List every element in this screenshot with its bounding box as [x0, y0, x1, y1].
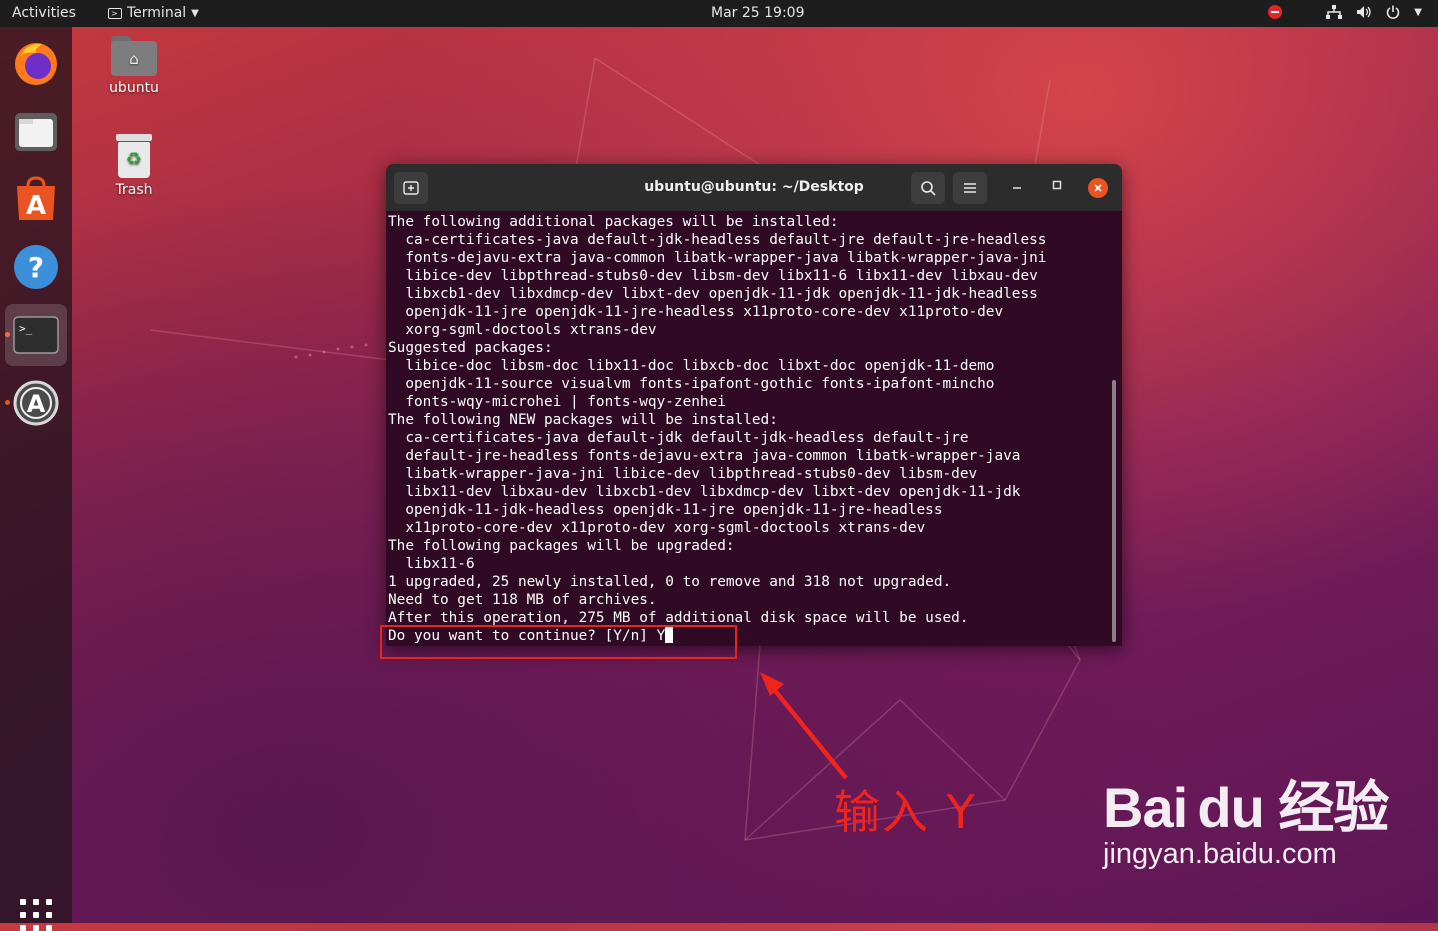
volume-icon[interactable] [1356, 5, 1372, 19]
terminal-window[interactable]: ubuntu@ubuntu: ~/Desktop The following a… [386, 164, 1122, 646]
annotation-arrow [760, 672, 848, 780]
show-apps-icon[interactable] [20, 899, 52, 931]
system-menu-chevron-icon[interactable]: ▼ [1414, 7, 1422, 18]
terminal-line: openjdk-11-jdk-headless openjdk-11-jre o… [388, 502, 943, 518]
dock-help[interactable]: ? [5, 236, 67, 298]
activities-button[interactable]: Activities [12, 5, 76, 21]
terminal-line: The following additional packages will b… [388, 214, 839, 230]
baidu-watermark: Bai du 经验 jingyan.baidu.com [1103, 763, 1389, 871]
desktop-home-folder[interactable]: ⌂ ubuntu [89, 36, 179, 96]
svg-text:A: A [26, 191, 46, 221]
svg-text:>_: >_ [19, 322, 33, 335]
updater-icon: A [13, 380, 59, 426]
terminal-line: libx11-dev libxau-dev libxcb1-dev libxdm… [388, 484, 1021, 500]
dock-updater[interactable]: A [5, 372, 67, 434]
dock: A ? >_ A [0, 27, 72, 931]
terminal-line: The following packages will be upgraded: [388, 538, 735, 554]
top-bar: Activities > Terminal ▼ Mar 25 19:09 ▼ [0, 0, 1438, 27]
network-icon[interactable] [1326, 5, 1343, 19]
terminal-line: xorg-sgml-doctools xtrans-dev [388, 322, 657, 338]
trash-icon: ♻ [116, 134, 152, 178]
maximize-icon [1052, 180, 1062, 190]
app-menu-label: Terminal [127, 5, 187, 21]
search-icon [921, 181, 936, 196]
terminal-line: ca-certificates-java default-jdk-headles… [388, 232, 1047, 248]
terminal-line: libice-dev libpthread-stubs0-dev libsm-d… [388, 268, 1038, 284]
close-button[interactable] [1088, 178, 1108, 198]
terminal-line: libice-doc libsm-doc libx11-doc libxcb-d… [388, 358, 995, 374]
terminal-icon: >_ [13, 316, 59, 354]
clock[interactable]: Mar 25 19:09 [711, 5, 804, 21]
app-menu[interactable]: > Terminal ▼ [108, 5, 199, 21]
chevron-down-icon: ▼ [191, 7, 199, 19]
terminal-line: libxcb1-dev libxdmcp-dev libxt-dev openj… [388, 286, 1038, 302]
terminal-line: fonts-dejavu-extra java-common libatk-wr… [388, 250, 1047, 266]
software-icon: A [17, 176, 55, 221]
power-icon[interactable] [1386, 5, 1400, 19]
close-icon [1094, 184, 1102, 192]
minimize-icon [1013, 187, 1021, 189]
firefox-icon [15, 43, 57, 85]
annotation-text: 输入 Y [834, 785, 977, 839]
terminal-line: openjdk-11-jre openjdk-11-jre-headless x… [388, 304, 1004, 320]
terminal-scrollbar[interactable] [1112, 380, 1116, 642]
terminal-small-icon: > [108, 7, 122, 19]
trash-label: Trash [115, 182, 153, 198]
maximize-button[interactable] [1052, 178, 1062, 194]
dock-software[interactable]: A [5, 168, 67, 230]
dock-firefox[interactable] [5, 32, 67, 94]
terminal-line: libatk-wrapper-java-jni libice-dev libpt… [388, 466, 978, 482]
help-icon: ? [14, 245, 58, 289]
terminal-line: The following NEW packages will be insta… [388, 412, 778, 428]
search-button[interactable] [911, 172, 945, 204]
terminal-line: Suggested packages: [388, 340, 553, 356]
terminal-line: 1 upgraded, 25 newly installed, 0 to rem… [388, 574, 952, 590]
terminal-titlebar[interactable]: ubuntu@ubuntu: ~/Desktop [386, 164, 1122, 211]
dock-files[interactable] [5, 100, 67, 162]
system-tray[interactable]: ▼ [1268, 5, 1422, 19]
do-not-disturb-icon[interactable] [1268, 5, 1283, 19]
terminal-line: default-jre-headless fonts-dejavu-extra … [388, 448, 1021, 464]
watermark-logo: Bai du 经验 [1103, 776, 1389, 839]
dock-terminal[interactable]: >_ [5, 304, 67, 366]
terminal-line: x11proto-core-dev x11proto-dev xorg-sgml… [388, 520, 926, 536]
svg-text:A: A [27, 390, 46, 418]
desktop-trash[interactable]: ♻ Trash [89, 134, 179, 198]
terminal-line: libx11-6 [388, 556, 475, 572]
home-folder-icon: ⌂ [111, 36, 157, 76]
terminal-line: fonts-wqy-microhei | fonts-wqy-zenhei [388, 394, 726, 410]
svg-text:?: ? [28, 251, 44, 284]
terminal-line: Need to get 118 MB of archives. [388, 592, 657, 608]
terminal-output[interactable]: The following additional packages will b… [388, 213, 1110, 645]
files-icon [15, 113, 57, 151]
terminal-line: openjdk-11-source visualvm fonts-ipafont… [388, 376, 995, 392]
highlight-box [380, 625, 737, 659]
hamburger-icon [964, 183, 976, 193]
home-folder-label: ubuntu [109, 80, 159, 96]
minimize-button[interactable] [1012, 178, 1022, 194]
menu-button[interactable] [953, 172, 987, 204]
terminal-line: ca-certificates-java default-jdk default… [388, 430, 969, 446]
